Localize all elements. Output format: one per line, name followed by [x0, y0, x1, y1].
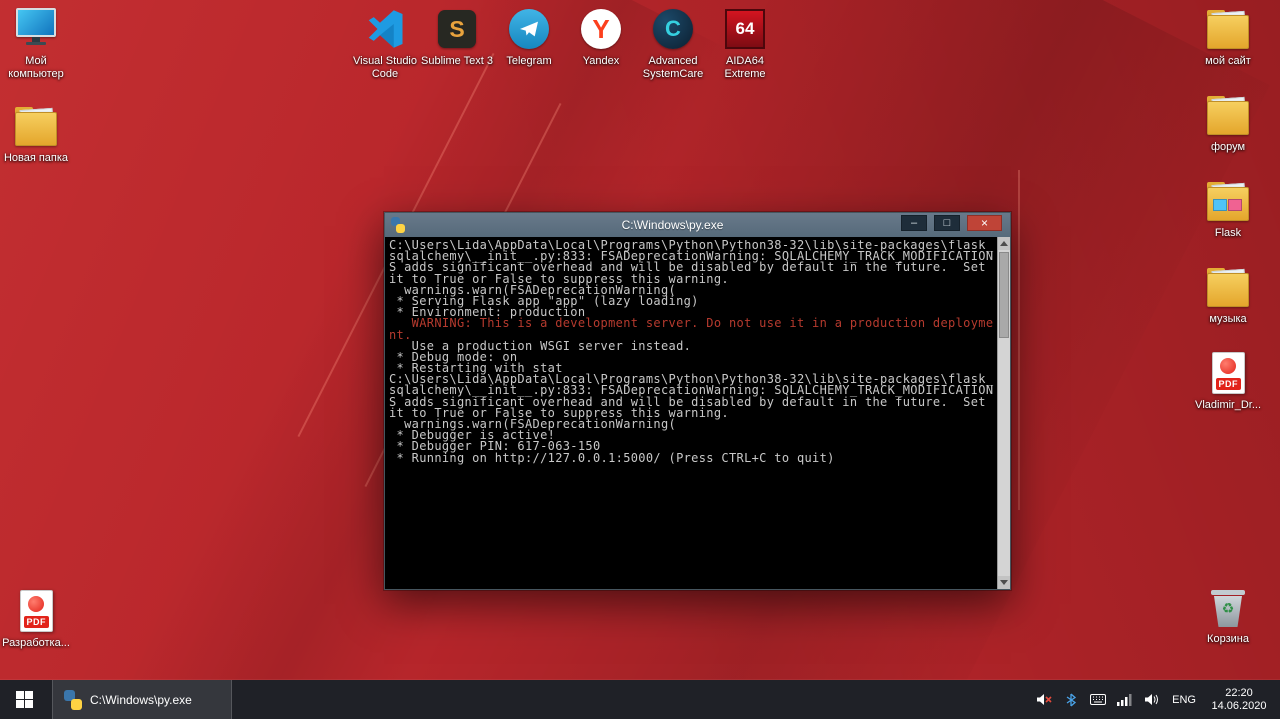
desktop-icon-recycle-bin[interactable]: Корзина [1192, 584, 1264, 646]
desktop-icon-label: Telegram [506, 55, 552, 67]
desktop-icon-label: Yandex [582, 55, 620, 67]
desktop-icons-top: Visual Studio Code S Sublime Text 3 Telegra… [349, 6, 781, 81]
start-button[interactable] [0, 680, 48, 719]
desktop-icon-razrabotka-pdf[interactable]: PDF Разработка... [0, 588, 72, 650]
desktop-icon-new-folder[interactable]: Новая папка [0, 103, 72, 165]
language-indicator[interactable]: ENG [1170, 694, 1198, 706]
minimize-button[interactable]: – [901, 215, 927, 231]
muted-volume-icon[interactable] [1035, 692, 1052, 708]
music-folder-icon [1207, 264, 1249, 310]
taskbar-app-label: C:\Windows\py.exe [90, 692, 192, 707]
forum-folder-icon [1207, 92, 1249, 138]
desktop-icons-left: Мой компьютер Новая папка [0, 6, 72, 165]
window-title: C:\Windows\py.exe [621, 218, 724, 232]
vladimir-pdf-icon: PDF [1211, 350, 1245, 396]
desktop-icon-label: Advanced SystemCare [642, 55, 704, 80]
desktop-icon-my-site-folder[interactable]: мой сайт [1192, 6, 1264, 68]
clock[interactable]: 22:20 14.06.2020 [1208, 687, 1270, 713]
system-tray: ENG 22:20 14.06.2020 [1035, 687, 1280, 713]
desktop-icon-telegram[interactable]: Telegram [493, 6, 565, 68]
my-computer-icon [16, 6, 56, 52]
bluetooth-icon[interactable] [1062, 692, 1079, 708]
desktop-icon-label: форум [1210, 141, 1246, 153]
desktop-icon-yandex[interactable]: Y Yandex [565, 6, 637, 68]
aida64-extreme-icon: 64 [725, 6, 765, 52]
recycle-bin-icon [1211, 584, 1245, 630]
close-button[interactable]: × [967, 215, 1002, 231]
desktop-icons-left-bottom: PDF Разработка... [0, 588, 72, 650]
scroll-down-arrow-icon[interactable] [998, 576, 1010, 589]
clock-time: 22:20 [1225, 686, 1253, 699]
wallpaper-ray [1018, 170, 1020, 510]
desktop-icon-my-computer[interactable]: Мой компьютер [0, 6, 72, 81]
sublime-text-3-icon: S [438, 6, 476, 52]
console-output: C:\Users\Lida\AppData\Local\Programs\Pyt… [389, 240, 995, 589]
desktop-icon-music-folder[interactable]: музыка [1192, 264, 1264, 326]
desktop-icon-label: музыка [1209, 313, 1247, 325]
new-folder-icon [15, 103, 57, 149]
desktop-icon-label: мой сайт [1205, 55, 1251, 67]
python-app-icon [63, 689, 83, 710]
maximize-button[interactable]: □ [934, 215, 960, 231]
desktop: Мой компьютер Новая папка PDF Разработка..… [0, 0, 1280, 719]
console-titlebar[interactable]: C:\Windows\py.exe – □ × [385, 213, 1010, 237]
desktop-icon-label: Корзина [1207, 633, 1249, 645]
my-site-folder-icon [1207, 6, 1249, 52]
desktop-icon-label: Vladimir_Dr... [1194, 399, 1262, 411]
clock-date: 14.06.2020 [1211, 699, 1267, 712]
desktop-icon-label: Flask [1214, 227, 1242, 239]
volume-icon[interactable] [1143, 692, 1160, 708]
console-client-area[interactable]: C:\Users\Lida\AppData\Local\Programs\Pyt… [385, 237, 1010, 589]
yandex-icon: Y [581, 6, 621, 52]
python-app-icon [390, 217, 406, 233]
desktop-icon-advanced-systemcare[interactable]: C Advanced SystemCare [637, 6, 709, 81]
visual-studio-code-icon [365, 6, 405, 52]
desktop-icon-vladimir-pdf[interactable]: PDF Vladimir_Dr... [1192, 350, 1264, 412]
desktop-icon-sublime-text-3[interactable]: S Sublime Text 3 [421, 6, 493, 68]
desktop-icon-label: Разработка... [2, 637, 70, 649]
desktop-icon-label: AIDA64 Extreme [724, 55, 766, 80]
console-line: * Running on http://127.0.0.1:5000/ (Pre… [389, 450, 835, 465]
desktop-icon-forum-folder[interactable]: форум [1192, 92, 1264, 154]
taskbar-app-pyexe[interactable]: C:\Windows\py.exe [52, 680, 232, 719]
desktop-icon-aida64-extreme[interactable]: 64 AIDA64 Extreme [709, 6, 781, 81]
console-scrollbar[interactable] [997, 237, 1010, 589]
telegram-icon [509, 6, 549, 52]
desktop-icon-label: Visual Studio Code [352, 55, 417, 80]
scrollbar-thumb[interactable] [999, 252, 1009, 338]
desktop-icons-right: мой сайт форум Flask музыка PDF Vladimir_Dr..… [1192, 6, 1264, 412]
desktop-icon-label: Sublime Text 3 [421, 55, 493, 67]
windows-logo-icon [15, 691, 33, 708]
desktop-icon-label: Мой компьютер [8, 55, 64, 80]
taskbar: C:\Windows\py.exe ENG 22:20 14.06.2020 [0, 680, 1280, 719]
razrabotka-pdf-icon: PDF [19, 588, 53, 634]
desktop-icon-label: Новая папка [3, 152, 69, 164]
network-signal-icon[interactable] [1116, 692, 1133, 708]
keyboard-icon[interactable] [1089, 692, 1106, 708]
console-line: WARNING: This is a development server. D… [389, 316, 994, 331]
desktop-icon-flask-folder[interactable]: Flask [1192, 178, 1264, 240]
flask-folder-icon [1207, 178, 1249, 224]
desktop-icon-visual-studio-code[interactable]: Visual Studio Code [349, 6, 421, 81]
console-window: C:\Windows\py.exe – □ × C:\Users\Lida\Ap… [384, 212, 1011, 590]
scroll-up-arrow-icon[interactable] [998, 237, 1010, 250]
advanced-systemcare-icon: C [653, 6, 693, 52]
desktop-icons-right-bottom: Корзина [1192, 584, 1264, 646]
window-controls: – □ × [901, 215, 1002, 231]
